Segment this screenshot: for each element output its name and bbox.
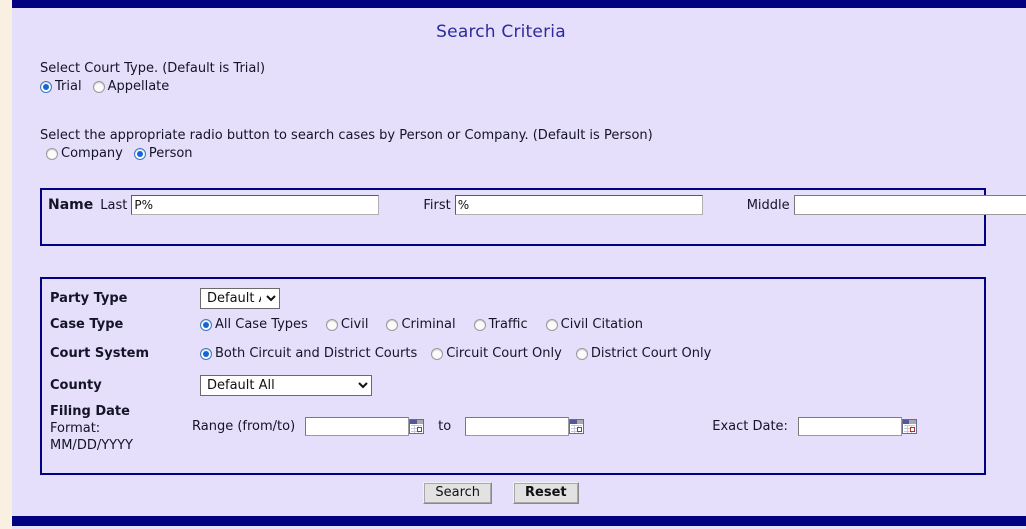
court-type-radio-group: Trial Appellate	[40, 79, 169, 94]
party-scope-radio-group: Company Person	[46, 146, 193, 161]
last-name-input[interactable]	[131, 195, 380, 215]
radio-criminal-label: Criminal	[401, 317, 456, 332]
radio-traffic[interactable]	[473, 318, 486, 331]
top-navy-bar	[12, 0, 1026, 8]
exact-date-input[interactable]	[797, 417, 902, 436]
radio-civil[interactable]	[325, 318, 338, 331]
radio-trial-label: Trial	[55, 79, 82, 94]
radio-district-only-label: District Court Only	[590, 346, 712, 361]
name-panel: Name Last First Middle	[40, 188, 1026, 246]
filing-date-format-line1: Format:	[50, 421, 101, 436]
court-type-instruction: Select Court Type. (Default is Trial)	[40, 61, 266, 76]
name-heading: Name	[48, 197, 94, 213]
bottom-navy-bar	[12, 516, 1026, 526]
radio-criminal[interactable]	[386, 318, 399, 331]
radio-person-label: Person	[148, 146, 193, 161]
case-type-label: Case Type	[50, 317, 124, 332]
radio-civil-citation-wrap: Civil Citation	[545, 317, 644, 332]
radio-appellate-label: Appellate	[107, 79, 170, 94]
calendar-icon[interactable]	[569, 419, 585, 434]
filing-date-format-line2: MM/DD/YYYY	[50, 438, 133, 453]
range-from-input[interactable]	[305, 417, 410, 436]
calendar-icon[interactable]	[409, 419, 425, 434]
radio-all-case-types[interactable]	[200, 318, 212, 331]
last-name-label: Last	[100, 197, 128, 213]
radio-all-case-types-wrap: All Case Types	[200, 317, 308, 332]
exact-date-label: Exact Date:	[712, 419, 788, 434]
criteria-panel: Party Type Default All Case Type All Cas…	[40, 277, 986, 475]
radio-both-courts[interactable]	[200, 347, 212, 360]
radio-trial[interactable]	[40, 80, 52, 93]
middle-name-input[interactable]	[793, 195, 1026, 215]
radio-civil-citation[interactable]	[545, 318, 558, 331]
radio-civil-wrap: Civil	[325, 317, 369, 332]
filing-date-label: Filing Date	[50, 404, 130, 419]
court-system-label: Court System	[50, 346, 150, 361]
radio-civil-label: Civil	[340, 317, 369, 332]
middle-name-label: Middle	[746, 197, 790, 213]
radio-district-only[interactable]	[575, 347, 588, 360]
radio-traffic-wrap: Traffic	[473, 317, 528, 332]
radio-district-only-wrap: District Court Only	[575, 346, 712, 361]
reset-button[interactable]: Reset	[513, 482, 579, 504]
action-buttons: Search Reset	[0, 482, 1002, 504]
page-title: Search Criteria	[436, 22, 566, 42]
calendar-icon[interactable]	[901, 419, 917, 434]
county-select[interactable]: Default All	[200, 375, 372, 396]
radio-circuit-only-wrap: Circuit Court Only	[431, 346, 562, 361]
search-button[interactable]: Search	[423, 482, 493, 504]
range-to-label: to	[438, 419, 452, 434]
party-type-label: Party Type	[50, 291, 128, 306]
county-label: County	[50, 378, 102, 393]
case-type-row: Case Type All Case Types Civil Criminal …	[50, 317, 643, 332]
radio-traffic-label: Traffic	[488, 317, 528, 332]
radio-civil-citation-label: Civil Citation	[560, 317, 644, 332]
first-name-input[interactable]	[454, 195, 703, 215]
radio-circuit-only-label: Circuit Court Only	[446, 346, 562, 361]
radio-appellate[interactable]	[92, 80, 105, 93]
radio-criminal-wrap: Criminal	[386, 317, 456, 332]
radio-company[interactable]	[46, 147, 58, 160]
radio-company-label: Company	[61, 146, 123, 161]
filing-date-label-block: Filing Date Format: MM/DD/YYYY	[50, 403, 200, 454]
range-to-input[interactable]	[465, 417, 570, 436]
radio-both-courts-wrap: Both Circuit and District Courts	[200, 346, 417, 361]
first-name-label: First	[423, 197, 451, 213]
radio-both-courts-label: Both Circuit and District Courts	[215, 346, 418, 361]
radio-all-case-types-label: All Case Types	[215, 317, 308, 332]
filing-date-fields: Range (from/to) to Exact Date:	[192, 417, 917, 436]
range-label: Range (from/to)	[192, 419, 296, 434]
party-scope-instruction: Select the appropriate radio button to s…	[40, 128, 653, 143]
county-row: County Default All	[50, 375, 372, 396]
name-row: Name Last First Middle	[48, 195, 1026, 215]
radio-person[interactable]	[133, 147, 146, 160]
party-type-row: Party Type Default All	[50, 288, 280, 309]
court-system-row: Court System Both Circuit and District C…	[50, 346, 711, 361]
party-type-select[interactable]: Default All	[200, 288, 280, 309]
radio-circuit-only[interactable]	[431, 347, 444, 360]
